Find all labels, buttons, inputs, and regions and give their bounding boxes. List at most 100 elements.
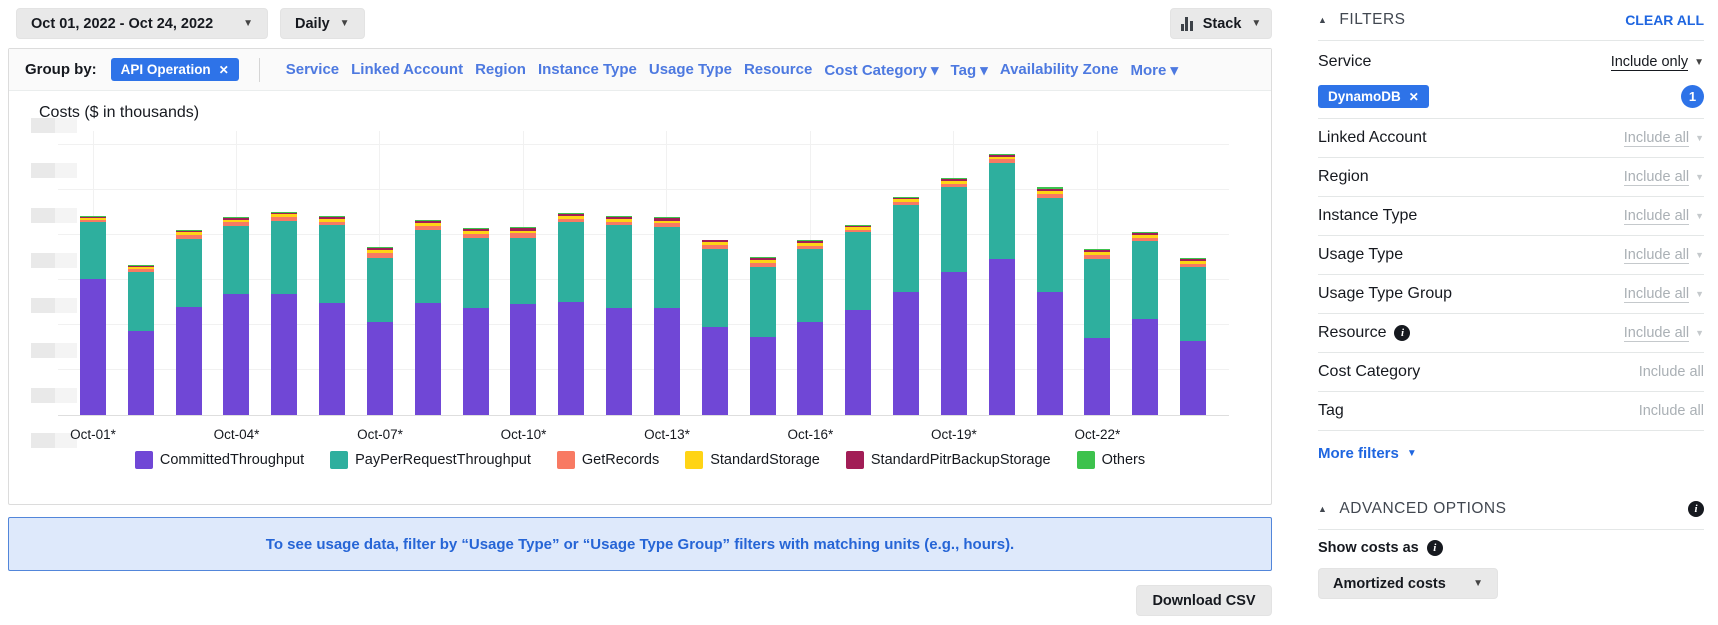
bar-segment-payperrequestthroughput xyxy=(989,163,1015,259)
filter-label: Resourcei xyxy=(1318,324,1410,342)
bar-oct-21[interactable] xyxy=(1037,187,1063,415)
bar-segment-committedthroughput xyxy=(654,308,680,415)
x-axis-tick-label: Oct-22* xyxy=(1057,427,1137,442)
filter-value-dropdown[interactable]: Include all xyxy=(1639,364,1704,380)
bar-oct-18[interactable] xyxy=(893,197,919,415)
bar-oct-07[interactable] xyxy=(367,247,393,415)
bar-segment-payperrequestthroughput xyxy=(271,221,297,295)
bar-oct-02[interactable] xyxy=(128,265,154,415)
bar-oct-22[interactable] xyxy=(1084,249,1110,415)
filter-row-linked-account: Linked AccountInclude all▼ xyxy=(1318,119,1704,158)
legend-label: Others xyxy=(1102,452,1146,468)
filter-value-dropdown[interactable]: Include all▼ xyxy=(1624,169,1704,186)
show-costs-as-label: Show costs as xyxy=(1318,540,1419,556)
bar-oct-11[interactable] xyxy=(558,213,584,415)
group-by-link-instance-type[interactable]: Instance Type xyxy=(538,61,637,78)
group-by-link-availability-zone[interactable]: Availability Zone xyxy=(1000,61,1119,78)
advanced-options-collapse-toggle[interactable]: ▲ ADVANCED OPTIONS xyxy=(1318,500,1506,518)
chevron-down-icon: ▼ xyxy=(340,18,350,29)
filter-value-dropdown[interactable]: Include all▼ xyxy=(1624,325,1704,342)
info-icon[interactable]: i xyxy=(1427,540,1443,556)
legend-swatch xyxy=(685,451,703,469)
granularity-button[interactable]: Daily ▼ xyxy=(280,8,365,39)
clear-all-link[interactable]: CLEAR ALL xyxy=(1625,12,1704,28)
bar-segment-payperrequestthroughput xyxy=(797,249,823,322)
info-icon[interactable]: i xyxy=(1688,501,1704,517)
chip-label: API Operation xyxy=(121,62,211,77)
x-axis-tick-label: Oct-13* xyxy=(627,427,707,442)
legend-item-others[interactable]: Others xyxy=(1077,451,1146,469)
bar-oct-03[interactable] xyxy=(176,230,202,415)
close-icon[interactable]: ✕ xyxy=(1409,90,1419,104)
legend-item-committedthroughput[interactable]: CommittedThroughput xyxy=(135,451,304,469)
group-by-chip-api-operation[interactable]: API Operation ✕ xyxy=(111,58,239,81)
legend-label: CommittedThroughput xyxy=(160,452,304,468)
group-by-link-usage-type[interactable]: Usage Type xyxy=(649,61,732,78)
group-by-link-linked-account[interactable]: Linked Account xyxy=(351,61,463,78)
bar-segment-committedthroughput xyxy=(1132,319,1158,415)
chart-plot-area xyxy=(58,131,1229,416)
info-icon[interactable]: i xyxy=(1394,325,1410,341)
group-by-link-cost-category[interactable]: Cost Category ▾ xyxy=(824,61,938,79)
legend-item-standardpitrbackupstorage[interactable]: StandardPitrBackupStorage xyxy=(846,451,1051,469)
bar-segment-committedthroughput xyxy=(558,302,584,415)
bar-oct-06[interactable] xyxy=(319,216,345,415)
chart-style-button[interactable]: Stack ▼ xyxy=(1170,8,1272,39)
banner-text: To see usage data, filter by “Usage Type… xyxy=(266,536,1014,553)
legend-swatch xyxy=(557,451,575,469)
filter-label: Tag xyxy=(1318,402,1344,420)
group-by-link-tag[interactable]: Tag ▾ xyxy=(951,61,988,79)
legend-item-getrecords[interactable]: GetRecords xyxy=(557,451,659,469)
close-icon[interactable]: ✕ xyxy=(219,63,229,77)
bar-segment-payperrequestthroughput xyxy=(702,249,728,327)
bar-oct-08[interactable] xyxy=(415,220,441,415)
bar-oct-13[interactable] xyxy=(654,217,680,415)
bar-segment-payperrequestthroughput xyxy=(510,238,536,305)
legend-item-standardstorage[interactable]: StandardStorage xyxy=(685,451,820,469)
date-range-button[interactable]: Oct 01, 2022 - Oct 24, 2022 ▼ xyxy=(16,8,268,39)
bar-oct-23[interactable] xyxy=(1132,232,1158,415)
advanced-options-title: ADVANCED OPTIONS xyxy=(1339,500,1506,518)
bar-oct-17[interactable] xyxy=(845,225,871,415)
chart-legend: CommittedThroughput PayPerRequestThroughp… xyxy=(9,451,1271,469)
show-costs-as-dropdown[interactable]: Amortized costs ▼ xyxy=(1318,568,1498,599)
triangle-up-icon: ▲ xyxy=(1318,504,1327,514)
filter-row-resource: Resourcei Include all▼ xyxy=(1318,314,1704,353)
group-by-link-region[interactable]: Region xyxy=(475,61,526,78)
bar-segment-payperrequestthroughput xyxy=(1132,241,1158,318)
bar-oct-24[interactable] xyxy=(1180,258,1206,415)
filter-value-dropdown[interactable]: Include all▼ xyxy=(1624,208,1704,225)
bar-oct-01[interactable] xyxy=(80,216,106,415)
filter-value-dropdown[interactable]: Include all▼ xyxy=(1624,130,1704,147)
bar-oct-15[interactable] xyxy=(750,257,776,415)
group-by-link-resource[interactable]: Resource xyxy=(744,61,812,78)
filters-collapse-toggle[interactable]: ▲ FILTERS xyxy=(1318,11,1406,29)
bar-oct-12[interactable] xyxy=(606,216,632,415)
group-by-link-more[interactable]: More ▾ xyxy=(1130,61,1178,79)
gridline xyxy=(58,144,1229,145)
legend-item-payperrequestthroughput[interactable]: PayPerRequestThroughput xyxy=(330,451,531,469)
bar-segment-committedthroughput xyxy=(80,279,106,415)
bar-segment-committedthroughput xyxy=(893,292,919,415)
bar-segment-payperrequestthroughput xyxy=(223,226,249,294)
filter-value-dropdown[interactable]: Include all▼ xyxy=(1624,247,1704,264)
bar-segment-committedthroughput xyxy=(415,303,441,415)
bar-oct-05[interactable] xyxy=(271,212,297,415)
filter-value-dropdown[interactable]: Include all▼ xyxy=(1624,286,1704,303)
bar-oct-16[interactable] xyxy=(797,240,823,415)
more-filters-link[interactable]: More filters ▼ xyxy=(1318,431,1704,475)
x-axis-tick-label: Oct-01* xyxy=(53,427,133,442)
bar-oct-20[interactable] xyxy=(989,154,1015,415)
group-by-link-service[interactable]: Service xyxy=(286,61,339,78)
download-csv-button[interactable]: Download CSV xyxy=(1136,585,1272,616)
bar-oct-19[interactable] xyxy=(941,178,967,415)
bar-segment-payperrequestthroughput xyxy=(367,258,393,323)
bar-oct-04[interactable] xyxy=(223,217,249,415)
service-include-mode-dropdown[interactable]: Include only ▼ xyxy=(1611,54,1704,71)
service-chip-dynamodb[interactable]: DynamoDB ✕ xyxy=(1318,85,1429,108)
bar-oct-09[interactable] xyxy=(463,228,489,415)
bar-oct-10[interactable] xyxy=(510,227,536,415)
filter-label: Region xyxy=(1318,168,1369,186)
filter-value-dropdown[interactable]: Include all xyxy=(1639,403,1704,419)
bar-oct-14[interactable] xyxy=(702,240,728,415)
